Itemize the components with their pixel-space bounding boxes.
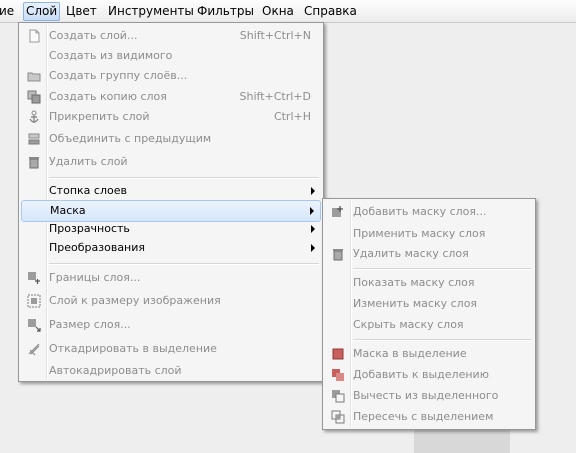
- menu-item-label: Создать из видимого: [49, 49, 173, 62]
- menu-item-label: Преобразования: [49, 241, 146, 254]
- menu-item-boundary-size[interactable]: Границы слоя...: [21, 268, 321, 288]
- menu-item-subtract-from-selection[interactable]: Вычесть из выделенного: [325, 386, 533, 406]
- scale-icon: [28, 319, 41, 332]
- menu-item-shortcut: Ctrl+H: [273, 110, 311, 123]
- menu-item-merge-down[interactable]: Объединить с предыдущим: [21, 129, 321, 149]
- menu-item-add-to-selection[interactable]: Добавить к выделению: [325, 365, 533, 385]
- menu-item-delete-mask[interactable]: Удалить маску слоя: [325, 244, 533, 264]
- mask-submenu: Добавить маску слоя... Применить маску с…: [322, 198, 536, 430]
- menu-separator: [353, 268, 531, 270]
- menu-item-label: Создать копию слоя: [49, 90, 167, 103]
- menu-item-label: Откадрировать в выделение: [49, 342, 217, 355]
- menu-item-label: Применить маску слоя: [353, 227, 486, 240]
- selection-subtract-icon: [332, 390, 345, 403]
- menu-item-transparency[interactable]: Прозрачность: [21, 219, 321, 239]
- menu-item-layer-to-image-size[interactable]: Слой к размеру изображения: [21, 291, 321, 311]
- menu-item-label: Пересечь с выделением: [353, 410, 494, 423]
- menubar-item-tools[interactable]: Инструменты: [106, 3, 196, 20]
- new-layer-icon: [29, 29, 40, 43]
- menu-item-label: Показать маску слоя: [353, 276, 475, 289]
- menu-item-label: Автокадрировать слой: [49, 364, 182, 377]
- menu-item-add-mask[interactable]: Добавить маску слоя...: [325, 202, 533, 222]
- menu-item-label: Скрыть маску слоя: [353, 318, 464, 331]
- crop-icon: [28, 343, 40, 356]
- menu-item-shortcut: Shift+Ctrl+D: [239, 90, 311, 103]
- submenu-arrow-icon: [310, 207, 314, 215]
- boundary-icon: [28, 272, 40, 284]
- menubar-item-layer[interactable]: Слой: [23, 2, 61, 21]
- menu-item-label: Прикрепить слой: [49, 110, 150, 123]
- merge-down-icon: [28, 133, 40, 145]
- submenu-arrow-icon: [311, 187, 315, 195]
- duplicate-icon: [27, 90, 41, 104]
- menu-item-delete-layer[interactable]: Удалить слой: [21, 152, 321, 172]
- menu-item-anchor-layer[interactable]: Прикрепить слой Ctrl+H: [21, 107, 321, 127]
- menubar-item-filters[interactable]: Фильтры: [195, 3, 256, 20]
- menu-item-transform[interactable]: Преобразования: [21, 238, 321, 258]
- trash-icon: [29, 157, 39, 169]
- menu-item-shortcut: Shift+Ctrl+N: [239, 29, 311, 42]
- menu-separator: [353, 339, 531, 341]
- layer-menu: Создать слой... Shift+Ctrl+N Создать из …: [18, 22, 324, 382]
- menu-item-edit-mask[interactable]: Изменить маску слоя: [325, 294, 533, 314]
- menu-item-label: Добавить маску слоя...: [353, 205, 487, 218]
- trash-icon: [333, 249, 343, 261]
- menubar-item-colors[interactable]: Цвет: [64, 3, 99, 20]
- menu-item-label: Прозрачность: [49, 222, 130, 235]
- menu-item-disable-mask[interactable]: Скрыть маску слоя: [325, 315, 533, 335]
- menu-separator: [49, 177, 319, 179]
- canvas-shadow: [414, 430, 510, 453]
- menu-item-label: Стопка слоев: [49, 184, 127, 197]
- menu-item-label: Маска в выделение: [353, 347, 467, 360]
- menubar-item-windows[interactable]: Окна: [260, 3, 296, 20]
- menu-item-duplicate-layer[interactable]: Создать копию слоя Shift+Ctrl+D: [21, 87, 321, 107]
- menu-item-crop-to-selection[interactable]: Откадрировать в выделение: [21, 339, 321, 359]
- menu-item-intersect-with-selection[interactable]: Пересечь с выделением: [325, 407, 533, 427]
- menu-item-label: Удалить слой: [49, 155, 128, 168]
- submenu-arrow-icon: [311, 225, 315, 233]
- menu-item-label: Создать группу слоёв...: [49, 69, 188, 82]
- mask-to-selection-icon: [332, 348, 344, 360]
- menu-item-apply-mask[interactable]: Применить маску слоя: [325, 224, 533, 244]
- submenu-arrow-icon: [311, 244, 315, 252]
- menu-item-new-layer-group[interactable]: Создать группу слоёв...: [21, 66, 321, 86]
- menu-separator: [49, 263, 319, 265]
- menu-item-scale-layer[interactable]: Размер слоя...: [21, 315, 321, 335]
- menu-item-label: Изменить маску слоя: [353, 297, 478, 310]
- menu-item-stack[interactable]: Стопка слоев: [21, 181, 321, 201]
- menu-item-label: Слой к размеру изображения: [49, 294, 221, 307]
- menu-item-label: Объединить с предыдущим: [49, 132, 212, 145]
- selection-add-icon: [332, 369, 344, 381]
- menu-item-label: Добавить к выделению: [353, 368, 489, 381]
- menu-item-new-from-visible[interactable]: Создать из видимого: [21, 46, 321, 66]
- menu-item-label: Создать слой...: [49, 29, 138, 42]
- menu-item-show-mask[interactable]: Показать маску слоя: [325, 273, 533, 293]
- menubar-item-image[interactable]: ие: [0, 3, 16, 20]
- menu-item-label: Размер слоя...: [49, 318, 131, 331]
- menu-item-new-layer[interactable]: Создать слой... Shift+Ctrl+N: [21, 26, 321, 46]
- selection-intersect-icon: [331, 410, 345, 424]
- folder-icon: [27, 72, 41, 82]
- add-mask-icon: [332, 206, 343, 217]
- fit-image-icon: [27, 294, 41, 308]
- menu-item-label: Маска: [50, 204, 86, 217]
- menubar-item-help[interactable]: Справка: [302, 3, 359, 20]
- menu-item-label: Удалить маску слоя: [353, 247, 469, 260]
- menu-item-autocrop-layer[interactable]: Автокадрировать слой: [21, 361, 321, 381]
- anchor-icon: [29, 110, 39, 123]
- menu-item-mask-to-selection[interactable]: Маска в выделение: [325, 344, 533, 364]
- menubar: ие Слой Цвет Инструменты Фильтры Окна Сп…: [0, 0, 576, 23]
- menu-item-label: Вычесть из выделенного: [353, 389, 499, 402]
- menu-item-label: Границы слоя...: [49, 271, 141, 284]
